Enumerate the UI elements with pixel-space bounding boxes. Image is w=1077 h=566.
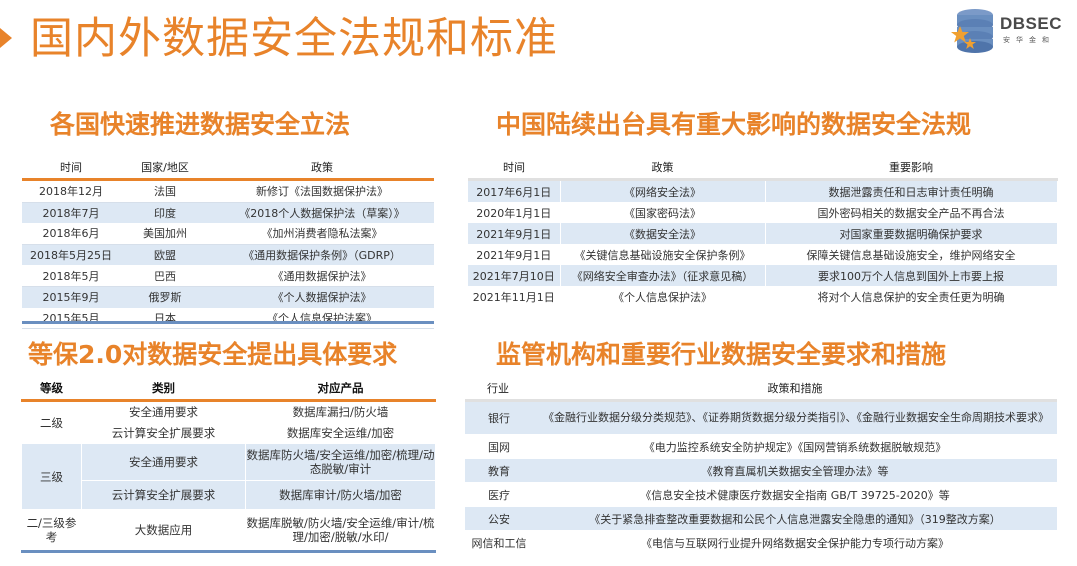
table-row: 教育 《教育直属机关数据安全管理办法》等 — [465, 458, 1057, 483]
table-row: 二级 安全通用要求 数据库漏扫/防火墙 — [21, 400, 436, 444]
header-category: 类别 — [152, 381, 175, 395]
level-cell: 二级 — [21, 400, 82, 444]
level-cell: 三级 — [21, 443, 82, 510]
database-stack-icon — [951, 9, 993, 53]
table-header-row: 等级 类别 对应产品 — [21, 377, 436, 401]
header-level: 等级 — [40, 381, 63, 395]
logo-subtitle: 安华金和 — [1003, 36, 1055, 44]
header-policy: 政策 — [311, 161, 333, 174]
table-row: 2018年5月 巴西 《通用数据保护法》 — [22, 265, 434, 287]
mlps-title: 等保2.0对数据安全提出具体要求 — [28, 340, 398, 369]
header-measures: 政策和措施 — [767, 382, 823, 395]
legislation-table: 时间 国家/地区 政策 2018年12月 法国 新修订《法国数据保护法》 2018年… — [22, 156, 434, 330]
industry-table: 行业 政策和措施 银行 《金融行业数据分级分类规范》、《证券期货数据分级分类指引… — [465, 377, 1057, 555]
level-cell: 二/三级参考 — [21, 509, 82, 553]
china-laws-table: 时间 政策 重要影响 2017年6月1日 《网络安全法》 数据泄露责任和日志审计责任… — [468, 156, 1058, 308]
logo-name: DBSEC — [1000, 14, 1063, 33]
table-header-row: 时间 国家/地区 政策 — [22, 156, 434, 180]
table-row: 公安 《关于紧急排查整改重要数据和公民个人信息泄露安全隐患的通知》（319整改方… — [465, 506, 1057, 531]
table-row: 网信和工信 《电信与互联网行业提升网络数据安全保护能力专项行动方案》 — [465, 530, 1057, 555]
header-country: 国家/地区 — [141, 161, 189, 174]
table-row: 2015年9月 俄罗斯 《个人数据保护法》 — [22, 286, 434, 308]
table-row: 2018年6月 美国加州 《加州消费者隐私法案》 — [22, 223, 434, 245]
title-arrow-icon — [0, 28, 12, 48]
header-time: 时间 — [503, 161, 525, 174]
industry-title: 监管机构和重要行业数据安全要求和措施 — [496, 340, 947, 369]
header-time: 时间 — [60, 161, 82, 174]
section-divider — [22, 321, 434, 324]
mlps-table: 等级 类别 对应产品 二级 安全通用要求 数据库漏扫/防火墙 云计算安全扩展要求… — [21, 377, 436, 553]
table-row: 银行 《金融行业数据分级分类规范》、《证券期货数据分级分类指引》、《金融行业数据… — [465, 400, 1057, 435]
page-title: 国内外数据安全法规和标准 — [30, 14, 558, 64]
table-row: 云计算安全扩展要求 数据库审计/防火墙/加密 — [22, 480, 436, 510]
dbsec-logo: DBSEC 安华金和 — [950, 6, 1065, 54]
table-row: 2015年5月 日本 《个人信息保护法案》 — [22, 307, 434, 330]
header-industry: 行业 — [487, 382, 509, 395]
table-row: 二/三级参考 大数据应用 数据库脱敏/防火墙/安全运维/审计/梳理/加密/脱敏/… — [21, 509, 436, 553]
header-impact: 重要影响 — [889, 161, 933, 174]
table-row: 2018年12月 法国 新修订《法国数据保护法》 — [22, 179, 434, 203]
table-row: 2021年11月1日 《个人信息保护法》 将对个人信息保护的安全责任更为明确 — [468, 286, 1058, 308]
header-policy: 政策 — [651, 161, 674, 174]
header-products: 对应产品 — [317, 381, 364, 395]
table-row: 三级 安全通用要求 数据库防火墙/安全运维/加密/梳理/动态脱敏/审计 — [21, 443, 436, 510]
table-row: 2021年9月1日 《关键信息基础设施安全保护条例》 保障关键信息基础设施安全，维护… — [468, 244, 1058, 266]
table-row: 2021年9月1日 《数据安全法》 对国家重要数据明确保护要求 — [468, 223, 1058, 245]
table-header-row: 行业 政策和措施 — [465, 377, 1057, 401]
legislation-title: 各国快速推进数据安全立法 — [50, 110, 351, 139]
table-row: 2020年1月1日 《国家密码法》 国外密码相关的数据安全产品不再合法 — [468, 202, 1058, 224]
table-row: 2021年7月10日 《网络安全审查办法》（征求意见稿） 要求100万个人信息到国外… — [468, 265, 1058, 287]
table-row: 2018年7月 印度 《2018个人数据保护法（草案）》 — [22, 202, 434, 224]
table-row: 国网 《电力监控系统安全防护规定》《国网营销系统数据脱敏规范》 — [465, 434, 1057, 459]
table-row: 2017年6月1日 《网络安全法》 数据泄露责任和日志审计责任明确 — [468, 179, 1058, 203]
china-laws-title: 中国陆续出台具有重大影响的数据安全法规 — [496, 110, 972, 139]
table-row: 云计算安全扩展要求 数据库安全运维/加密 — [22, 422, 436, 444]
table-header-row: 时间 政策 重要影响 — [468, 156, 1057, 180]
table-row: 医疗 《信息安全技术健康医疗数据安全指南 GB/T 39725-2020》等 — [465, 482, 1057, 507]
table-row: 2018年5月25日 欧盟 《通用数据保护条例》（GDRP） — [22, 244, 434, 266]
